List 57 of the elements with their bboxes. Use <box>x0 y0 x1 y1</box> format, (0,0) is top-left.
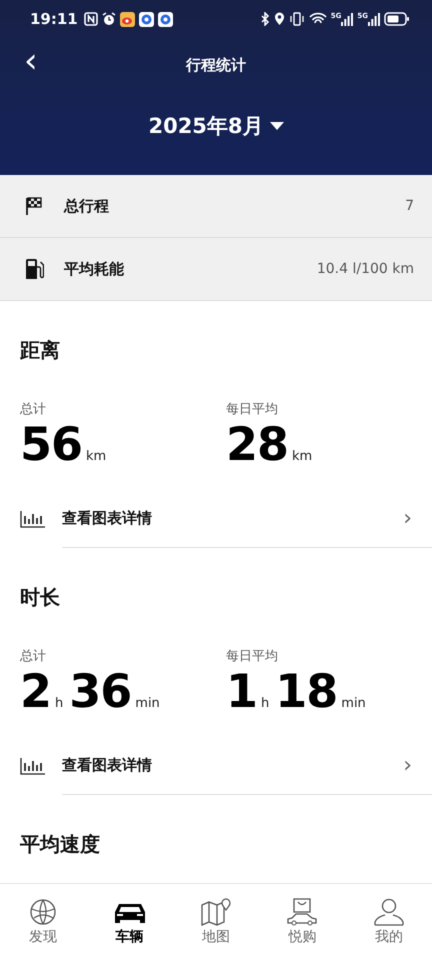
nfc-icon <box>84 12 98 26</box>
stat-number: 1 <box>226 665 258 717</box>
alarm-icon <box>102 12 116 26</box>
bar-chart-icon <box>20 510 46 528</box>
section-title: 平均速度 <box>20 831 101 858</box>
stat-unit: min <box>341 696 366 711</box>
page-title: 行程统计 <box>186 56 246 74</box>
stat-unit: km <box>86 449 106 464</box>
stat-label: 总计 <box>20 401 47 418</box>
stat-number: 36 <box>69 665 132 717</box>
stat-label: 总计 <box>20 648 47 665</box>
summary-value: 7 <box>405 198 414 214</box>
signal-icon <box>368 12 380 26</box>
stat-unit: min <box>135 696 160 711</box>
bluetooth-icon <box>260 12 270 26</box>
stat-unit: h <box>261 696 270 711</box>
chart-details-link[interactable]: 查看图表详情 › <box>62 737 432 795</box>
summary-value: 10.4 l/100 km <box>316 261 414 277</box>
status-time: 19:11 <box>30 10 78 28</box>
stat-unit: h <box>55 696 64 711</box>
stat-unit: km <box>292 449 312 464</box>
stat-number: 2 <box>20 665 52 717</box>
stat-number: 28 <box>226 418 288 470</box>
person-icon <box>372 898 406 926</box>
nav-tab[interactable]: 车辆 <box>86 884 173 960</box>
nav-tab[interactable]: 发现 <box>0 884 86 960</box>
stat-number: 18 <box>275 665 338 717</box>
vibrate-icon <box>288 12 305 26</box>
month-selector[interactable]: 2025年8月 <box>144 108 288 144</box>
stat-label: 每日平均 <box>226 401 279 418</box>
stat-number: 56 <box>20 418 82 470</box>
section-title: 距离 <box>20 337 61 364</box>
chart-details-link[interactable]: 查看图表详情 › <box>62 490 432 548</box>
wifi-icon <box>308 12 327 26</box>
location-icon <box>274 12 285 26</box>
nav-tab[interactable]: 悦购 <box>259 884 346 960</box>
signal-icon <box>341 12 354 26</box>
shopping-bag-car-icon <box>285 898 320 926</box>
app-icon <box>158 12 173 26</box>
summary-label: 平均耗能 <box>64 260 124 278</box>
section-title: 时长 <box>20 584 61 611</box>
globe-icon <box>29 898 58 926</box>
back-button[interactable]: ‹ <box>20 44 42 78</box>
summary-row[interactable]: 总行程 7 <box>0 175 432 238</box>
app-icon <box>120 12 135 26</box>
nav-tab[interactable]: 地图 <box>172 884 260 960</box>
stat-label: 每日平均 <box>226 648 279 665</box>
fuel-pump-icon <box>24 258 44 280</box>
flag-icon <box>24 196 44 216</box>
battery-icon <box>384 12 410 26</box>
summary-label: 总行程 <box>64 196 109 216</box>
caret-icon <box>270 122 284 130</box>
bar-chart-icon <box>20 757 46 775</box>
map-pin-icon <box>199 898 234 926</box>
nav-tab[interactable]: 我的 <box>346 884 432 960</box>
app-icon <box>138 12 154 26</box>
summary-row[interactable]: 平均耗能 10.4 l/100 km <box>0 238 432 301</box>
